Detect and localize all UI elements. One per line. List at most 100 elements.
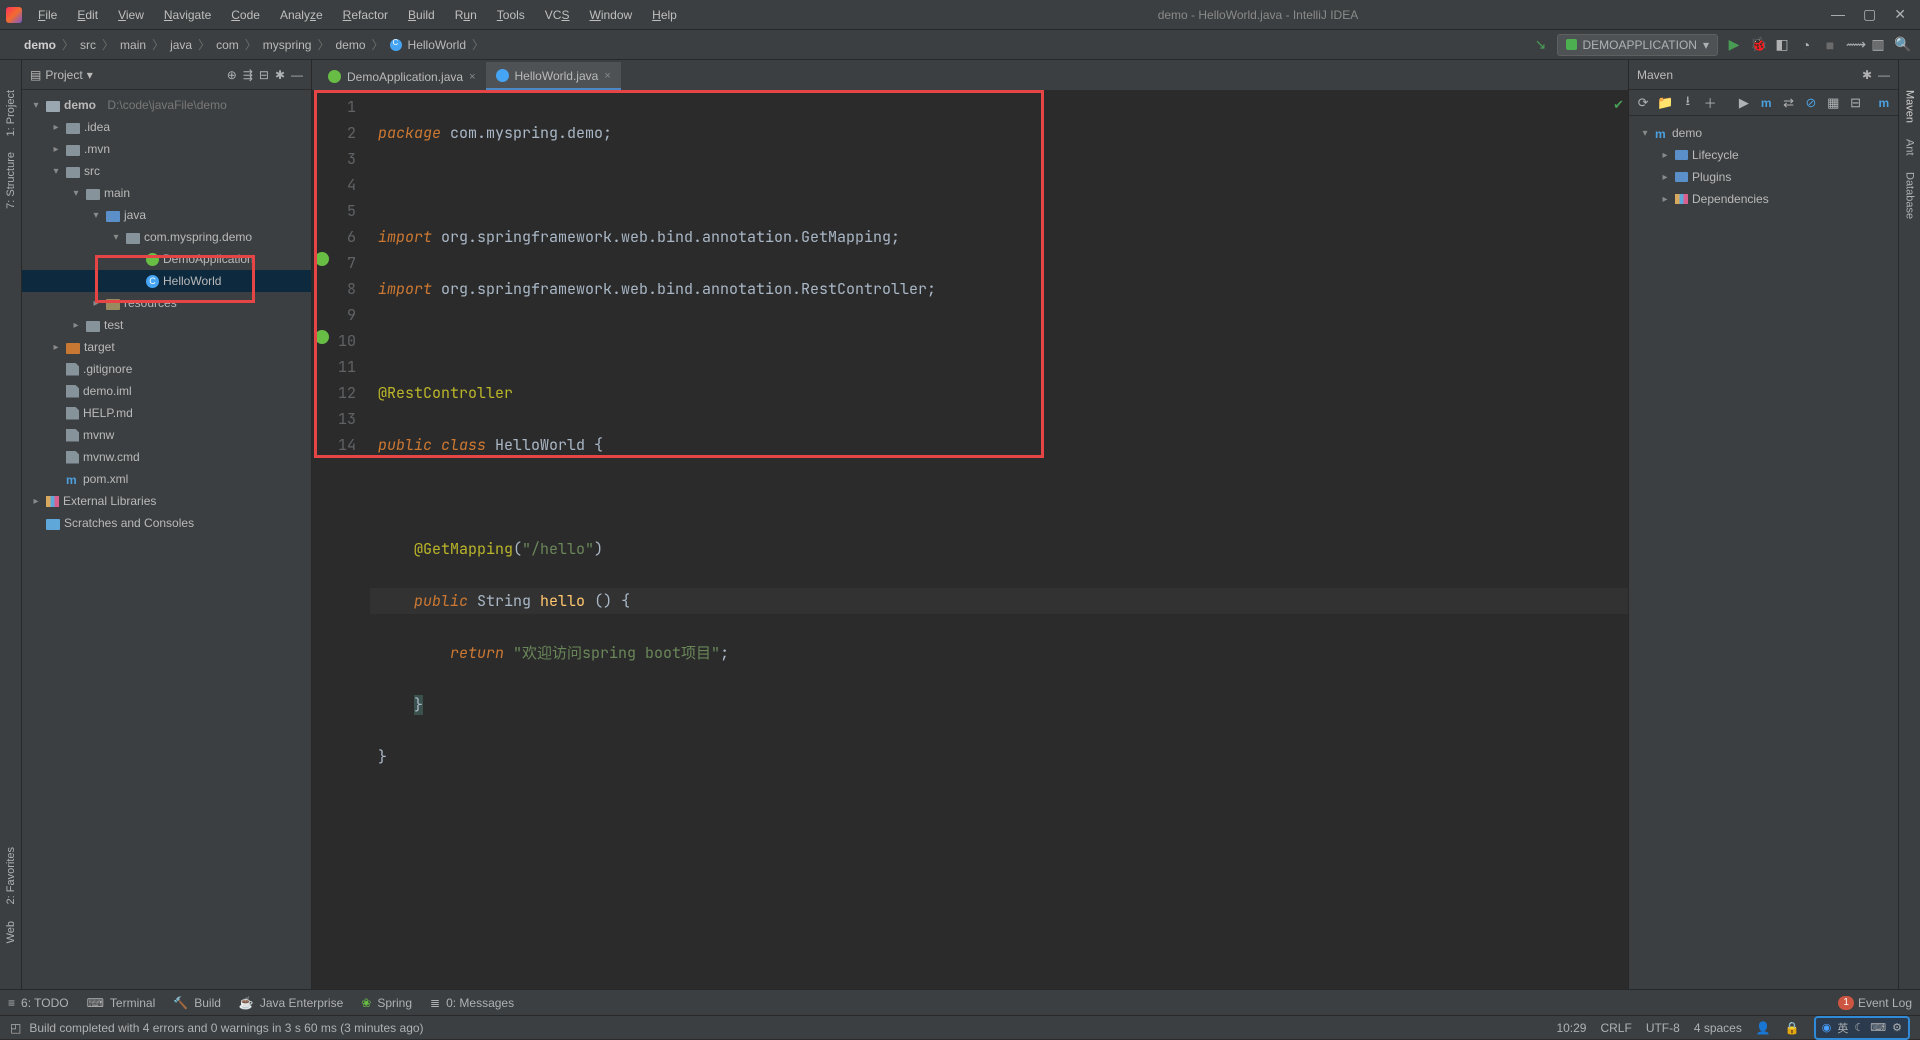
select-opened-file-icon[interactable]: ⊕ bbox=[227, 68, 237, 82]
menu-analyze[interactable]: Analyze bbox=[272, 4, 331, 26]
tool-event-log[interactable]: 1Event Log bbox=[1838, 996, 1912, 1010]
maven-plugins[interactable]: Plugins bbox=[1629, 166, 1898, 188]
tree-src[interactable]: src bbox=[22, 160, 311, 182]
tool-favorites[interactable]: 2: Favorites bbox=[5, 847, 17, 904]
menu-code[interactable]: Code bbox=[223, 4, 268, 26]
tree-scratches[interactable]: Scratches and Consoles bbox=[22, 512, 311, 534]
download-sources-icon[interactable]: ⭳ bbox=[1680, 92, 1696, 114]
menu-build[interactable]: Build bbox=[400, 4, 443, 26]
crumb-demo2[interactable]: demo bbox=[336, 38, 366, 52]
run-button[interactable]: ▶ bbox=[1726, 36, 1742, 53]
update-button[interactable]: ⟿ bbox=[1846, 36, 1862, 53]
ime-indicator[interactable]: ◉英☾⌨⚙ bbox=[1814, 1016, 1910, 1040]
stop-button[interactable]: ■ bbox=[1822, 37, 1838, 53]
tool-structure[interactable]: 7: Structure bbox=[5, 152, 17, 209]
tool-messages[interactable]: ≣0: Messages bbox=[430, 996, 514, 1010]
tool-build[interactable]: 🔨Build bbox=[173, 996, 221, 1010]
code-editor[interactable]: 1 2 3 4 5 6 7 8 9 10 11 12 13 14 package… bbox=[312, 90, 1628, 989]
menu-refactor[interactable]: Refactor bbox=[335, 4, 396, 26]
maven-root[interactable]: mdemo bbox=[1629, 122, 1898, 144]
maximize-button[interactable]: ▢ bbox=[1863, 6, 1876, 23]
menu-help[interactable]: Help bbox=[644, 4, 685, 26]
tree-package[interactable]: com.myspring.demo bbox=[22, 226, 311, 248]
menu-view[interactable]: View bbox=[110, 4, 152, 26]
tool-web[interactable]: Web bbox=[5, 921, 17, 943]
maven-m-icon[interactable]: m bbox=[1876, 96, 1892, 109]
crumb-myspring[interactable]: myspring bbox=[263, 38, 312, 52]
tree-mvnw[interactable]: mvnw bbox=[22, 424, 311, 446]
maven-dependencies[interactable]: Dependencies bbox=[1629, 188, 1898, 210]
lock-icon[interactable]: 🔒 bbox=[1785, 1021, 1800, 1035]
tree-root[interactable]: demo D:\code\javaFile\demo bbox=[22, 94, 311, 116]
tool-maven[interactable]: Maven bbox=[1904, 90, 1916, 123]
code-body[interactable]: package com.myspring.demo; import org.sp… bbox=[370, 90, 1628, 989]
minimize-button[interactable]: — bbox=[1831, 6, 1845, 23]
show-deps-icon[interactable]: ▦ bbox=[1825, 95, 1841, 111]
tool-windows-icon[interactable]: ◰ bbox=[10, 1021, 21, 1035]
search-everywhere-button[interactable]: 🔍 bbox=[1894, 36, 1910, 53]
expand-all-icon[interactable]: ⇶ bbox=[243, 68, 253, 82]
collapse-all-icon[interactable]: ⊟ bbox=[259, 68, 269, 82]
hide-panel-icon[interactable]: — bbox=[291, 68, 303, 82]
menu-window[interactable]: Window bbox=[581, 4, 640, 26]
tree-gitignore[interactable]: .gitignore bbox=[22, 358, 311, 380]
profile-button[interactable]: ◔ bbox=[1798, 37, 1814, 53]
caret-position[interactable]: 10:29 bbox=[1556, 1021, 1586, 1035]
crumb-src[interactable]: src bbox=[80, 38, 96, 52]
build-icon[interactable]: ↘ bbox=[1533, 36, 1549, 53]
maven-lifecycle[interactable]: Lifecycle bbox=[1629, 144, 1898, 166]
indent-settings[interactable]: 4 spaces bbox=[1694, 1021, 1742, 1035]
line-separator[interactable]: CRLF bbox=[1600, 1021, 1631, 1035]
crumb-java[interactable]: java bbox=[170, 38, 192, 52]
settings-icon[interactable]: ✱ bbox=[275, 68, 285, 82]
menu-vcs[interactable]: VCS bbox=[537, 4, 578, 26]
inspection-icon[interactable]: 👤 bbox=[1756, 1021, 1771, 1035]
close-button[interactable]: ✕ bbox=[1894, 6, 1906, 23]
tool-database[interactable]: Database bbox=[1904, 172, 1916, 219]
menu-navigate[interactable]: Navigate bbox=[156, 4, 219, 26]
tree-mvn[interactable]: .mvn bbox=[22, 138, 311, 160]
tab-hello-world[interactable]: HelloWorld.java× bbox=[486, 62, 621, 90]
crumb-demo[interactable]: demo bbox=[24, 38, 56, 52]
crumb-com[interactable]: com bbox=[216, 38, 239, 52]
tool-terminal[interactable]: ⌨Terminal bbox=[87, 996, 156, 1010]
tree-idea[interactable]: .idea bbox=[22, 116, 311, 138]
analysis-ok-icon[interactable]: ✔ bbox=[1613, 96, 1624, 113]
maven-settings-icon[interactable]: ✱ bbox=[1862, 68, 1872, 82]
tool-spring[interactable]: ❀Spring bbox=[361, 996, 412, 1010]
tree-pom-xml[interactable]: mpom.xml bbox=[22, 468, 311, 490]
generate-sources-icon[interactable]: 📁 bbox=[1657, 95, 1673, 111]
tree-help-md[interactable]: HELP.md bbox=[22, 402, 311, 424]
tab-demo-application[interactable]: DemoApplication.java× bbox=[318, 62, 486, 90]
hide-panel-icon[interactable]: — bbox=[1878, 68, 1890, 82]
coverage-button[interactable]: ◧ bbox=[1774, 36, 1790, 53]
crumb-main[interactable]: main bbox=[120, 38, 146, 52]
tree-resources[interactable]: resources bbox=[22, 292, 311, 314]
toggle-skip-tests-icon[interactable]: ⊘ bbox=[1803, 95, 1819, 111]
tree-target[interactable]: target bbox=[22, 336, 311, 358]
tree-demo-iml[interactable]: demo.iml bbox=[22, 380, 311, 402]
menu-file[interactable]: File bbox=[30, 4, 65, 26]
toggle-offline-icon[interactable]: ⇄ bbox=[1780, 95, 1796, 111]
tree-external-libs[interactable]: External Libraries bbox=[22, 490, 311, 512]
tool-project[interactable]: 1: Project bbox=[5, 90, 17, 136]
run-maven-icon[interactable]: ▶ bbox=[1736, 95, 1752, 111]
chevron-down-icon[interactable]: ▾ bbox=[87, 68, 93, 82]
crumb-class[interactable]: HelloWorld bbox=[408, 38, 466, 52]
tool-ant[interactable]: Ant bbox=[1904, 139, 1916, 156]
close-tab-icon[interactable]: × bbox=[604, 70, 610, 82]
maven-m-icon[interactable]: m bbox=[1758, 96, 1774, 109]
tree-main[interactable]: main bbox=[22, 182, 311, 204]
close-tab-icon[interactable]: × bbox=[469, 71, 475, 83]
debug-button[interactable]: 🐞 bbox=[1750, 36, 1766, 53]
tool-java-enterprise[interactable]: ☕Java Enterprise bbox=[239, 996, 343, 1010]
tree-java[interactable]: java bbox=[22, 204, 311, 226]
add-maven-icon[interactable]: ＋ bbox=[1702, 93, 1718, 112]
tree-demo-application[interactable]: DemoApplication bbox=[22, 248, 311, 270]
spring-bean-icon[interactable] bbox=[315, 252, 329, 266]
tree-hello-world[interactable]: CHelloWorld bbox=[22, 270, 311, 292]
run-config-selector[interactable]: DEMOAPPLICATION ▾ bbox=[1557, 34, 1719, 56]
collapse-all-icon[interactable]: ⊟ bbox=[1847, 95, 1863, 111]
tree-test[interactable]: test bbox=[22, 314, 311, 336]
menu-run[interactable]: Run bbox=[447, 4, 485, 26]
